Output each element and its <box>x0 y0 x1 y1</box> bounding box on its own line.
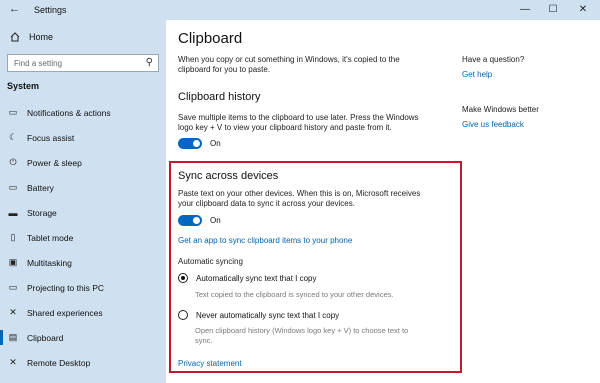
multitasking-icon: ▣ <box>8 257 18 267</box>
tablet-icon: ▯ <box>10 232 16 242</box>
sidebar-item-projecting-to-this-pc[interactable]: ▭ Projecting to this PC <box>0 275 166 300</box>
power-icon: ⏻ <box>9 157 17 167</box>
radio-never-sync[interactable]: Never automatically sync text that I cop… <box>178 310 339 320</box>
home-icon <box>10 32 20 42</box>
give-feedback-link[interactable]: Give us feedback <box>462 120 524 129</box>
projecting-icon: ▭ <box>8 282 18 292</box>
get-help-link[interactable]: Get help <box>462 70 492 79</box>
sync-toggle-state: On <box>210 216 221 225</box>
sidebar-item-multitasking[interactable]: ▣ Multitasking <box>0 250 166 275</box>
sidebar-item-battery[interactable]: ▭ Battery <box>0 175 166 200</box>
sidebar-item-label: Storage <box>27 207 57 218</box>
sidebar-item-label: Tablet mode <box>27 232 74 243</box>
section-title: System <box>7 81 40 91</box>
clipboard-history-toggle-state: On <box>210 139 221 148</box>
sync-heading: Sync across devices <box>178 170 279 182</box>
intro-text: When you copy or cut something in Window… <box>178 55 400 74</box>
search-icon[interactable]: ⚲ <box>146 57 153 68</box>
sidebar-item-label: Power & sleep <box>27 157 82 168</box>
radio-auto-sync-label: Automatically sync text that I copy <box>196 273 317 283</box>
sync-toggle[interactable] <box>178 215 202 226</box>
sidebar-item-label: Focus assist <box>27 132 75 143</box>
automatic-syncing-label: Automatic syncing <box>178 257 243 266</box>
moon-icon: ☾ <box>8 132 18 142</box>
question-heading: Have a question? <box>462 55 525 64</box>
sidebar-item-clipboard[interactable]: ▤ Clipboard <box>0 325 166 350</box>
clipboard-history-toggle-row: On <box>178 138 221 149</box>
clipboard-history-description: Save multiple items to the clipboard to … <box>178 113 419 132</box>
sidebar-item-focus-assist[interactable]: ☾ Focus assist <box>0 125 166 150</box>
title-bar: ← Settings — ☐ ✕ <box>0 0 600 20</box>
radio-never-sync-description: Open clipboard history (Windows logo key… <box>195 326 409 345</box>
search-placeholder: Find a setting <box>14 59 63 68</box>
make-windows-better-heading: Make Windows better <box>462 105 539 114</box>
sidebar-item-label: Clipboard <box>27 332 64 343</box>
toggle-knob <box>193 140 200 147</box>
maximize-button[interactable]: ☐ <box>542 2 564 18</box>
notifications-icon: ▭ <box>8 107 18 117</box>
sidebar-item-label: Projecting to this PC <box>27 282 105 293</box>
sidebar-item-label: Shared experiences <box>27 307 103 318</box>
minimize-button[interactable]: — <box>514 2 536 18</box>
remote-desktop-icon: ✕ <box>9 357 17 367</box>
radio-unselected-icon[interactable] <box>178 310 188 320</box>
sidebar-item-label: Notifications & actions <box>27 107 111 118</box>
sync-description: Paste text on your other devices. When t… <box>178 189 421 208</box>
sidebar-item-shared-experiences[interactable]: ✕ Shared experiences <box>0 300 166 325</box>
storage-icon: ▬ <box>8 207 18 218</box>
search-input[interactable]: Find a setting ⚲ <box>7 54 159 72</box>
main-content: Clipboard When you copy or cut something… <box>166 20 600 383</box>
sidebar-item-notifications-actions[interactable]: ▭ Notifications & actions <box>0 100 166 125</box>
window-title: Settings <box>34 5 67 15</box>
sync-toggle-row: On <box>178 215 221 226</box>
home-label: Home <box>29 32 54 42</box>
clipboard-history-heading: Clipboard history <box>178 91 261 103</box>
battery-icon: ▭ <box>8 182 18 192</box>
clipboard-history-toggle[interactable] <box>178 138 202 149</box>
sidebar-item-power-sleep[interactable]: ⏻ Power & sleep <box>0 150 166 175</box>
sidebar: Home Find a setting ⚲ System ▭ Notificati… <box>0 20 166 383</box>
get-app-link[interactable]: Get an app to sync clipboard items to yo… <box>178 236 352 245</box>
back-arrow-icon[interactable]: ← <box>9 3 20 15</box>
sidebar-item-remote-desktop[interactable]: ✕ Remote Desktop <box>0 350 166 375</box>
clipboard-icon: ▤ <box>8 332 18 342</box>
close-button[interactable]: ✕ <box>572 2 594 18</box>
shared-icon: ✕ <box>9 307 17 317</box>
radio-auto-sync[interactable]: Automatically sync text that I copy <box>178 273 317 283</box>
sidebar-item-label: Battery <box>27 182 54 193</box>
privacy-statement-link[interactable]: Privacy statement <box>178 359 242 368</box>
sidebar-item-tablet-mode[interactable]: ▯ Tablet mode <box>0 225 166 250</box>
radio-selected-icon[interactable] <box>178 273 188 283</box>
radio-never-sync-label: Never automatically sync text that I cop… <box>196 310 340 320</box>
sidebar-nav: ▭ Notifications & actions ☾ Focus assist ⏻ Po… <box>0 100 166 375</box>
page-title: Clipboard <box>178 30 243 47</box>
sidebar-item-storage[interactable]: ▬ Storage <box>0 200 166 225</box>
radio-auto-sync-description: Text copied to the clipboard is synced t… <box>195 290 394 299</box>
sidebar-item-label: Multitasking <box>27 257 72 268</box>
toggle-knob <box>193 217 200 224</box>
sidebar-item-label: Remote Desktop <box>27 357 91 368</box>
home-nav-item[interactable]: Home <box>10 32 53 42</box>
